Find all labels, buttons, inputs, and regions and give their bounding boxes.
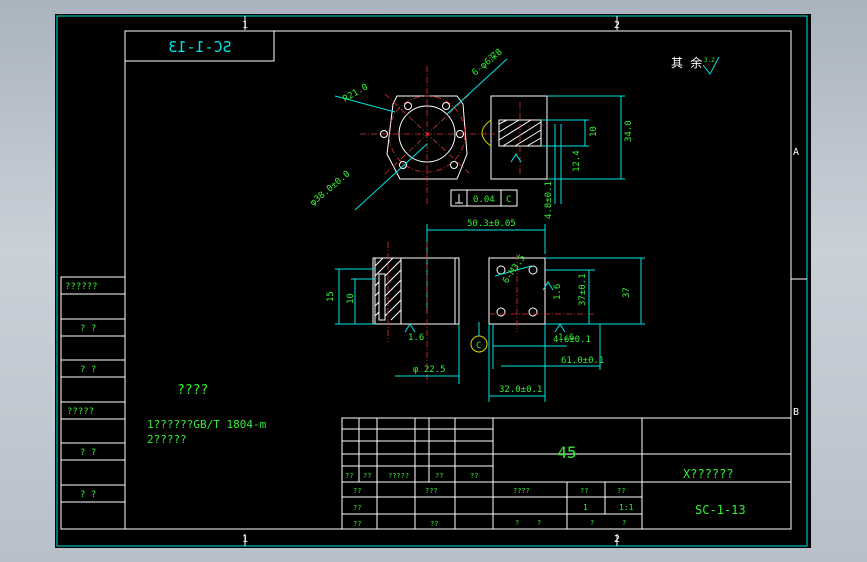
- tb-footer: ?: [515, 519, 519, 527]
- roughness-value: 3.2: [704, 57, 715, 64]
- tb-label: ??: [353, 487, 361, 495]
- tb-label: ??: [430, 520, 438, 528]
- notes-line-2: 2?????: [147, 433, 187, 446]
- dim-22-5: φ 22.5: [413, 365, 446, 375]
- dim-bolt-circle: φ38.0±0.0: [309, 169, 353, 208]
- zone-bottom-2: 2: [614, 534, 620, 545]
- tol-ref: C: [506, 195, 511, 205]
- left-cell: ? ?: [80, 365, 96, 375]
- notes-heading: ????: [177, 383, 208, 398]
- dim-32: 32.0±0.1: [499, 385, 542, 395]
- dim-34: 34.0: [624, 120, 634, 142]
- dim-12: 12.4: [572, 150, 582, 172]
- dim-h37: 37: [622, 287, 632, 298]
- notes-line-1: 1??????GB/T 1804-m: [147, 418, 267, 431]
- tb-footer: ?: [590, 519, 594, 527]
- zone-right-a: A: [793, 147, 799, 158]
- rough-b: 1.6: [408, 333, 424, 343]
- left-cell: ? ?: [80, 324, 96, 334]
- rough-a: 1.6: [553, 284, 563, 300]
- left-cell: ? ?: [80, 448, 96, 458]
- tb-label: ???: [425, 487, 438, 495]
- dim-48: 4.8±0.1: [544, 181, 554, 219]
- dim-61: 61.0±0.1: [561, 356, 604, 366]
- tb-footer: ?: [537, 519, 541, 527]
- roughness-label: 其 余: [671, 55, 702, 70]
- tb-label: ????: [513, 487, 530, 495]
- drawing-number: SC-1-13: [695, 503, 746, 517]
- ref-c: C: [476, 341, 481, 351]
- tb-quantity: 1: [583, 503, 588, 512]
- dim-4-6: 4.6±0.1: [553, 335, 591, 345]
- drawing-canvas: 1 2 1 2 A B SC-1-13 其 余 3.2 ?????? ? ? ?…: [55, 14, 811, 548]
- left-column: ?????? ? ? ? ? ????? ? ? ? ?: [60, 276, 126, 530]
- left-cell: ??????: [65, 282, 98, 292]
- dim-10: 10: [589, 126, 599, 137]
- part-name: X??????: [683, 467, 734, 481]
- zone-bottom-1: 1: [242, 534, 248, 545]
- tb-label: ??: [470, 472, 478, 480]
- material: 45: [557, 443, 576, 462]
- mirrored-code: SC-1-13: [168, 38, 231, 56]
- dim-h15: 15: [326, 291, 336, 302]
- left-cell: ?????: [67, 407, 94, 417]
- dim-37: 37±0.1: [578, 273, 588, 306]
- tb-scale: 1:1: [619, 503, 634, 512]
- zone-top-1: 1: [242, 20, 248, 31]
- dim-h10: 10: [346, 293, 356, 304]
- tol-flatness: 0.04: [473, 195, 495, 205]
- front-view: [335, 242, 645, 402]
- tb-label: ?????: [388, 472, 409, 480]
- tb-label: ??: [435, 472, 443, 480]
- dim-holes: 6-φ6深8: [470, 47, 505, 79]
- tb-label: ??: [580, 487, 588, 495]
- tb-label: ??: [353, 520, 361, 528]
- dim-50-3: 50.3±0.05: [467, 219, 516, 229]
- cad-drawing: 1 2 1 2 A B SC-1-13 其 余 3.2 ?????? ? ? ?…: [56, 15, 808, 547]
- top-view: [334, 58, 508, 211]
- zone-right-b: B: [793, 407, 799, 418]
- zone-top-2: 2: [614, 20, 620, 31]
- tb-label: ??: [353, 504, 361, 512]
- tb-label: ??: [345, 472, 353, 480]
- tb-footer: ?: [622, 519, 626, 527]
- left-cell: ? ?: [80, 490, 96, 500]
- tb-label: ??: [363, 472, 371, 480]
- tb-label: ??: [617, 487, 625, 495]
